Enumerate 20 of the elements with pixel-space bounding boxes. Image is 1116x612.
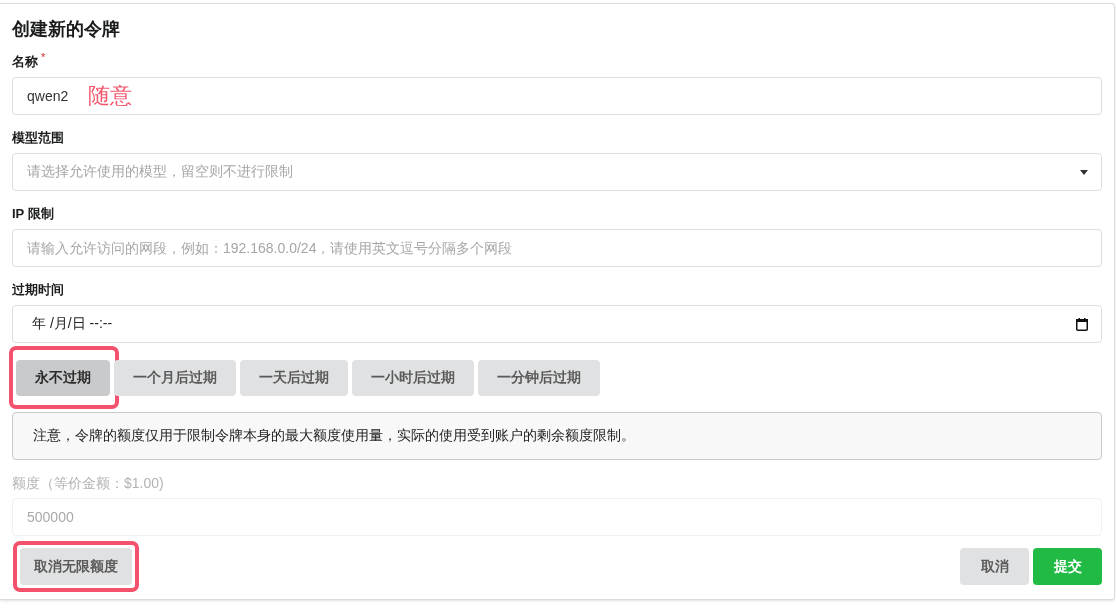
- required-mark: *: [41, 52, 46, 63]
- expiry-preset-button[interactable]: 永不过期: [16, 360, 110, 396]
- text-input[interactable]: 请输入允许访问的网段，例如：192.168.0.0/24，请使用英文逗号分隔多个网段: [12, 229, 1102, 267]
- expiry-preset-button[interactable]: 一分钟后过期: [478, 360, 600, 396]
- caret-icon: [1080, 169, 1088, 175]
- field-label: IP 限制: [12, 205, 54, 223]
- annotation-text: 随意: [88, 83, 132, 109]
- calendar-icon: [1076, 317, 1088, 331]
- field-label: 过期时间: [12, 281, 64, 299]
- expiry-preset-button[interactable]: 一小时后过期: [352, 360, 474, 396]
- date-input[interactable]: 年 /月/日 --:--: [12, 305, 1102, 343]
- field-label: 名称: [12, 53, 38, 71]
- expiry-preset-button[interactable]: 一天后过期: [240, 360, 348, 396]
- field-label: 模型范围: [12, 129, 64, 147]
- dialog-title: 创建新的令牌: [12, 18, 120, 41]
- field-label: 额度（等价金额：$1.00): [12, 474, 164, 492]
- secondary-button[interactable]: 取消: [960, 548, 1029, 585]
- expiry-preset-button[interactable]: 一个月后过期: [114, 360, 236, 396]
- notice-message: 注意，令牌的额度仅用于限制令牌本身的最大额度使用量，实际的使用受到账户的剩余额度限制。: [12, 412, 1102, 460]
- secondary-button[interactable]: 取消无限额度: [20, 548, 132, 585]
